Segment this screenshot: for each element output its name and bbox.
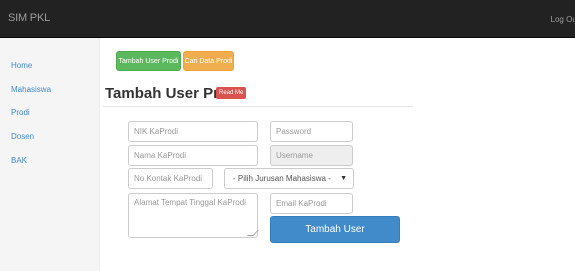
sidebar-item-home[interactable]: Home bbox=[11, 61, 32, 70]
cari-data-prodi-button[interactable]: Cari Data Prodi bbox=[183, 51, 234, 71]
tambah-user-submit-button[interactable]: Tambah User bbox=[270, 216, 400, 243]
logout-link[interactable]: Log Out bbox=[551, 15, 575, 24]
sidebar-item-bak[interactable]: BAK bbox=[11, 156, 27, 165]
app-brand[interactable]: SIM PKL bbox=[8, 12, 50, 24]
sidebar-item-prodi[interactable]: Prodi bbox=[11, 108, 30, 117]
alamat-textarea[interactable]: Alamat Tempat Tinggal KaProdi bbox=[128, 193, 259, 238]
email-kaprodi-input[interactable]: Email KaProdi bbox=[270, 193, 353, 214]
sidebar: Home Mahasiswa Prodi Dosen BAK bbox=[0, 38, 100, 271]
sidebar-item-dosen[interactable]: Dosen bbox=[11, 132, 34, 141]
tambah-user-prodi-button[interactable]: Tambah User Prodi bbox=[116, 51, 181, 71]
read-me-badge[interactable]: Read Me bbox=[216, 87, 247, 99]
top-navbar: SIM PKL Log Out bbox=[0, 0, 575, 38]
alamat-placeholder: Alamat Tempat Tinggal KaProdi bbox=[134, 198, 246, 207]
resize-handle-icon[interactable] bbox=[247, 230, 259, 236]
username-input[interactable]: Username bbox=[270, 145, 353, 166]
password-input[interactable]: Password bbox=[270, 121, 353, 142]
nik-kaprodi-input[interactable]: NIK KaProdi bbox=[128, 121, 258, 142]
no-kontak-input[interactable]: No Kontak KaProdi bbox=[128, 168, 213, 189]
jurusan-select[interactable]: - Pilih Jurusan Mahasiswa - ▼ bbox=[224, 168, 354, 189]
caret-down-icon: ▼ bbox=[340, 175, 347, 182]
divider bbox=[103, 106, 413, 107]
sidebar-item-mahasiswa[interactable]: Mahasiswa bbox=[11, 85, 51, 94]
nama-kaprodi-input[interactable]: Nama KaProdi bbox=[128, 145, 258, 166]
jurusan-selected-value: - Pilih Jurusan Mahasiswa - bbox=[233, 174, 331, 183]
